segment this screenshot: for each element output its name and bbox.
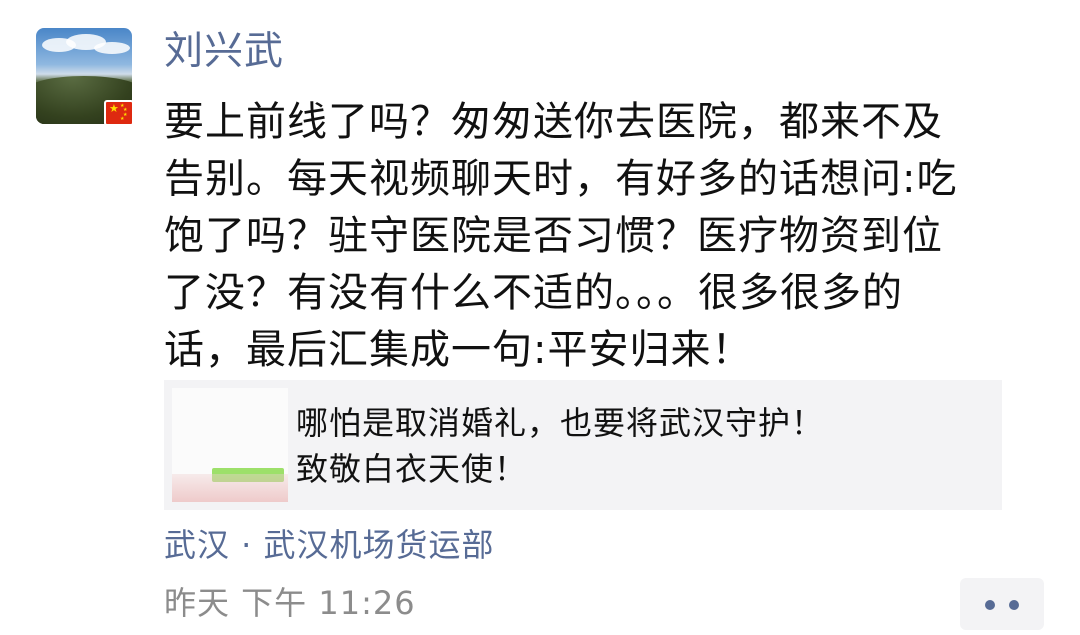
avatar-cloud xyxy=(94,42,130,54)
post-text-line: 要上前线了吗？匆匆送你去医院，都来不及 xyxy=(164,99,943,145)
more-dots-icon xyxy=(1009,600,1019,610)
more-button[interactable] xyxy=(960,578,1044,630)
link-title-line: 致敬白衣天使！ xyxy=(296,450,528,488)
location-label[interactable]: 武汉 · 武汉机场货运部 xyxy=(164,522,495,568)
post-text-line: 话，最后汇集成一句:平安归来！ xyxy=(164,327,753,373)
post-text-line: 了没？有没有什么不适的。。。很多很多的 xyxy=(164,270,903,316)
post-text-line: 告别。每天视频聊天时，有好多的话想问:吃 xyxy=(164,156,958,202)
chat-screenshot-thumbnail xyxy=(172,388,288,502)
shared-link-card[interactable]: 哪怕是取消婚礼，也要将武汉守护！ 致敬白衣天使！ xyxy=(164,380,1002,510)
china-flag-icon: ★ ★ ★ ★ ★ xyxy=(104,100,134,126)
post-time: 昨天 下午 11:26 xyxy=(164,584,416,622)
post-text-line: 饱了吗？驻守医院是否习惯？医疗物资到位 xyxy=(164,213,943,259)
link-title: 哪怕是取消婚礼，也要将武汉守护！ 致敬白衣天使！ xyxy=(296,400,986,492)
link-title-line: 哪怕是取消婚礼，也要将武汉守护！ xyxy=(296,404,825,442)
more-dots-icon xyxy=(985,600,995,610)
author-name[interactable]: 刘兴武 xyxy=(164,26,284,78)
post-text: 要上前线了吗？匆匆送你去医院，都来不及 告别。每天视频聊天时，有好多的话想问:吃… xyxy=(164,94,1044,379)
